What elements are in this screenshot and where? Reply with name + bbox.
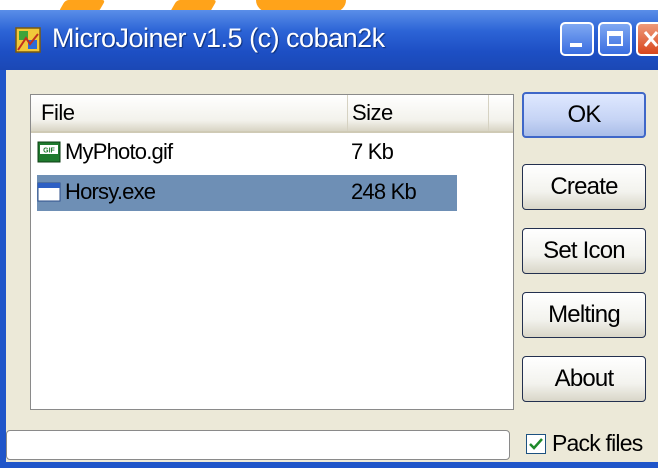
minimize-icon — [570, 43, 582, 47]
set-icon-button[interactable]: Set Icon — [522, 228, 646, 274]
create-button[interactable]: Create — [522, 164, 646, 210]
about-button[interactable]: About — [522, 356, 646, 402]
file-size: 248 Kb — [351, 179, 417, 204]
close-icon — [643, 31, 658, 47]
svg-text:GIF: GIF — [43, 148, 55, 155]
dialog-body: File Size GIF MyPhoto.gif 7 Kb Horsy.exe… — [6, 70, 658, 462]
column-header-label: Size — [352, 100, 393, 125]
ok-button[interactable]: OK — [522, 92, 646, 138]
close-button[interactable] — [636, 22, 658, 56]
minimize-button[interactable] — [560, 22, 594, 56]
pack-files-label[interactable]: Pack files — [552, 430, 643, 457]
file-list-header: File Size — [31, 95, 513, 133]
column-header-file[interactable]: File — [31, 95, 348, 131]
checkmark-icon — [529, 438, 543, 450]
pack-files-checkbox[interactable] — [526, 434, 546, 454]
exe-file-icon — [37, 182, 61, 202]
column-header-size[interactable]: Size — [348, 95, 489, 131]
app-window: MicroJoiner v1.5 (c) coban2k File Size G… — [0, 10, 658, 468]
file-list[interactable]: File Size GIF MyPhoto.gif 7 Kb Horsy.exe… — [30, 94, 514, 410]
title-bar[interactable]: MicroJoiner v1.5 (c) coban2k — [0, 10, 658, 70]
app-icon — [15, 27, 41, 53]
gif-file-icon: GIF — [37, 141, 61, 163]
file-name: MyPhoto.gif — [65, 139, 173, 164]
file-row[interactable]: GIF MyPhoto.gif 7 Kb — [37, 135, 457, 171]
file-name: Horsy.exe — [65, 179, 156, 204]
file-row-selected[interactable]: Horsy.exe 248 Kb — [37, 175, 457, 211]
progress-bar — [6, 430, 510, 460]
melting-button[interactable]: Melting — [522, 292, 646, 338]
file-size: 7 Kb — [351, 139, 394, 164]
maximize-icon — [607, 31, 623, 46]
window-title: MicroJoiner v1.5 (c) coban2k — [52, 23, 385, 53]
column-header-label: File — [41, 100, 75, 125]
maximize-button[interactable] — [598, 22, 632, 56]
